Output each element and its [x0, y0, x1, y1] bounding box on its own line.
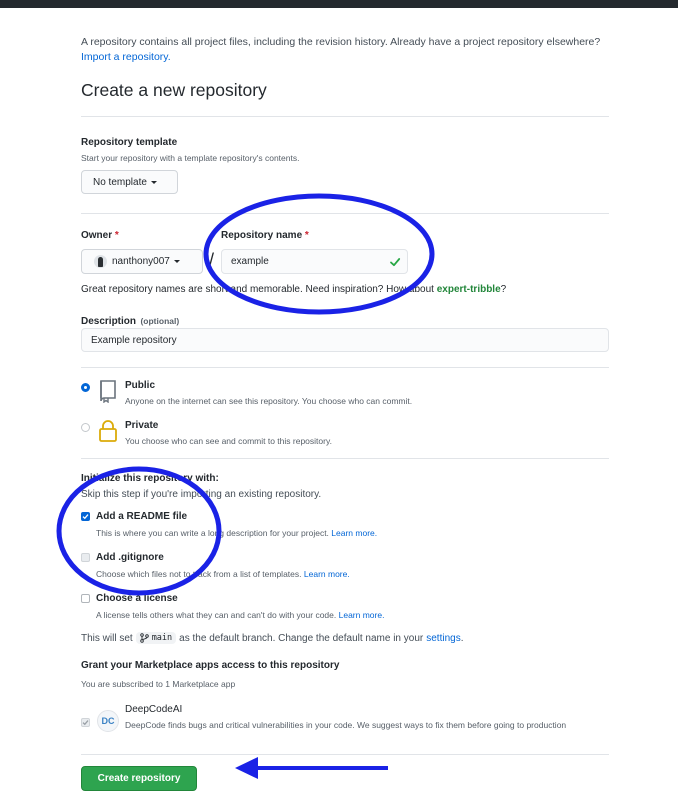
deepcode-logo-text: DC	[101, 716, 115, 726]
lock-icon	[99, 420, 117, 442]
description-label: Description (optional)	[81, 311, 179, 329]
template-label: Repository template	[81, 137, 178, 148]
divider	[81, 116, 609, 117]
public-title: Public	[125, 380, 156, 391]
intro-description: A repository contains all project files,…	[81, 36, 601, 48]
gitignore-description: Choose which files not to track from a l…	[96, 569, 350, 579]
owner-label-text: Owner	[81, 230, 113, 241]
readme-checkbox[interactable]	[81, 512, 90, 521]
owner-repo-separator: /	[209, 250, 215, 270]
repo-icon	[100, 380, 116, 403]
page-title: Create a new repository	[81, 80, 267, 100]
branch-name: main	[151, 633, 173, 643]
divider	[81, 213, 609, 214]
readme-desc-text: This is where you can write a long descr…	[96, 528, 329, 538]
avatar	[94, 255, 107, 268]
template-selected-value: No template	[93, 176, 147, 188]
branch-note-prefix: This will set	[81, 632, 133, 644]
license-learn-more-link[interactable]: Learn more.	[339, 610, 385, 620]
check-icon	[82, 720, 89, 726]
deepcode-checkbox[interactable]	[81, 718, 90, 727]
divider	[81, 367, 609, 368]
public-radio[interactable]	[81, 383, 90, 392]
intro-text: A repository contains all project files,…	[81, 35, 601, 65]
gitignore-title: Add .gitignore	[96, 552, 164, 563]
create-repository-button[interactable]: Create repository	[81, 766, 197, 791]
git-branch-icon	[139, 633, 149, 643]
check-icon	[390, 258, 401, 267]
template-select[interactable]: No template	[81, 170, 178, 194]
description-value: Example repository	[91, 334, 177, 346]
owner-value: nanthony007	[112, 256, 170, 267]
repo-name-value: example	[231, 256, 269, 267]
optional-tag: (optional)	[140, 316, 180, 326]
import-repository-link[interactable]: Import a repository.	[81, 51, 171, 63]
gitignore-learn-more-link[interactable]: Learn more.	[304, 569, 350, 579]
license-title: Choose a license	[96, 593, 178, 604]
readme-title: Add a README file	[96, 511, 188, 522]
marketplace-subtitle: You are subscribed to 1 Marketplace app	[81, 679, 236, 689]
repo-name-hint-text: Great repository names are short and mem…	[81, 284, 434, 295]
repo-name-label-text: Repository name	[221, 230, 303, 241]
private-title: Private	[125, 420, 159, 431]
license-checkbox[interactable]	[81, 594, 90, 603]
arrow-left-icon	[235, 757, 258, 779]
divider	[81, 458, 609, 459]
readme-learn-more-link[interactable]: Learn more.	[331, 528, 377, 538]
required-mark: *	[114, 230, 119, 241]
hint-suffix: ?	[500, 284, 507, 295]
description-label-text: Description	[81, 316, 137, 327]
deepcode-name: DeepCodeAI	[125, 704, 183, 715]
settings-link[interactable]: settings	[426, 633, 460, 644]
required-mark: *	[304, 230, 309, 241]
default-branch-note: This will set main as the default branch…	[81, 632, 463, 644]
owner-label: Owner *	[81, 230, 119, 241]
gitignore-desc-text: Choose which files not to track from a l…	[96, 569, 302, 579]
deepcode-description: DeepCode finds bugs and critical vulnera…	[125, 720, 567, 730]
branch-pill: main	[135, 632, 177, 644]
template-hint: Start your repository with a template re…	[81, 153, 300, 163]
caret-down-icon	[150, 180, 157, 184]
name-suggestion-link[interactable]: expert-tribble	[437, 284, 501, 295]
top-header-bar	[0, 0, 678, 8]
init-heading: Initialize this repository with:	[81, 473, 219, 484]
repo-name-input[interactable]: example	[221, 249, 408, 274]
readme-description: This is where you can write a long descr…	[96, 528, 377, 538]
branch-note-suffix: .	[460, 632, 464, 644]
license-description: A license tells others what they can and…	[96, 610, 384, 620]
public-description: Anyone on the internet can see this repo…	[125, 396, 413, 406]
license-desc-text: A license tells others what they can and…	[96, 610, 337, 620]
marketplace-heading: Grant your Marketplace apps access to th…	[81, 660, 340, 671]
repo-name-hint: Great repository names are short and mem…	[81, 284, 506, 295]
caret-down-icon	[173, 260, 180, 263]
repo-name-label: Repository name *	[221, 230, 309, 241]
description-input[interactable]: Example repository	[81, 328, 609, 352]
divider	[81, 754, 609, 755]
check-icon	[82, 514, 89, 520]
branch-note-middle: as the default branch. Change the defaul…	[179, 632, 424, 644]
owner-select[interactable]: nanthony007	[81, 249, 203, 274]
private-radio[interactable]	[81, 423, 90, 432]
gitignore-checkbox[interactable]	[81, 553, 90, 562]
init-hint: Skip this step if you're importing an ex…	[81, 489, 322, 500]
private-description: You choose who can see and commit to thi…	[125, 436, 332, 446]
deepcode-logo-icon: DC	[97, 710, 119, 732]
